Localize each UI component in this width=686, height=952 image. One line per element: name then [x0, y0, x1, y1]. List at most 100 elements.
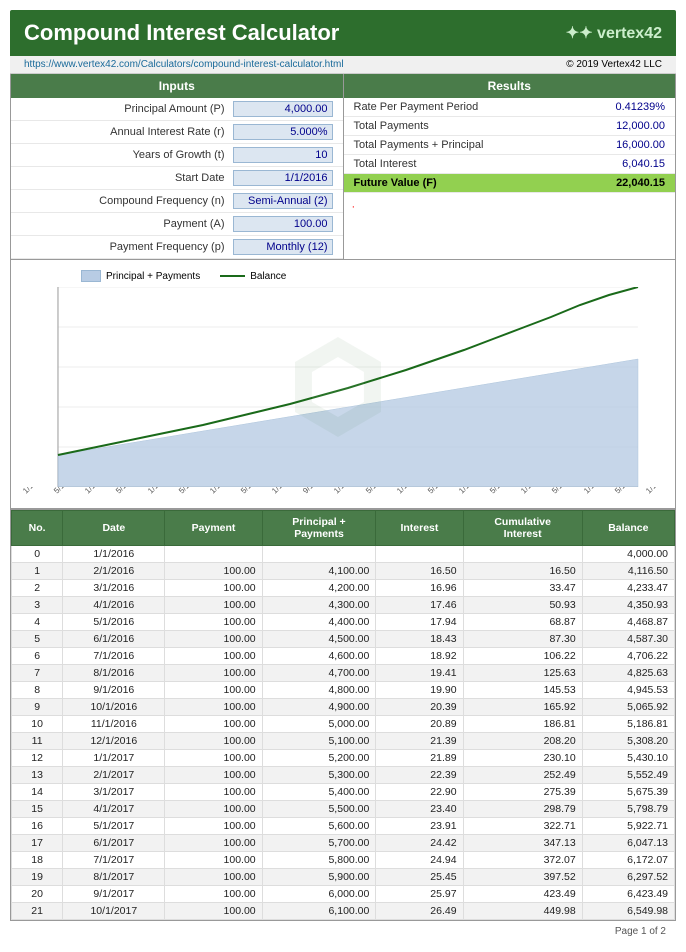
table-cell: 22.90	[376, 784, 463, 801]
table-cell: 100.00	[165, 818, 262, 835]
result-value-1: 12,000.00	[585, 120, 665, 132]
table-cell: 4/1/2016	[63, 597, 165, 614]
table-row: 209/1/2017100.006,000.0025.97423.496,423…	[12, 886, 675, 903]
table-cell: 4,800.00	[262, 682, 376, 699]
copyright: © 2019 Vertex42 LLC	[566, 59, 662, 70]
legend-principal: Principal + Payments	[81, 270, 200, 282]
table-cell	[165, 546, 262, 563]
table-row: 2110/1/2017100.006,100.0026.49449.986,54…	[12, 903, 675, 920]
table-row: 187/1/2017100.005,800.0024.94372.076,172…	[12, 852, 675, 869]
table-row: 45/1/2016100.004,400.0017.9468.874,468.8…	[12, 614, 675, 631]
table-cell: 2/1/2016	[63, 563, 165, 580]
table-cell: 275.39	[463, 784, 582, 801]
table-cell: 25.45	[376, 869, 463, 886]
table-cell: 6,047.13	[582, 835, 674, 852]
col-header-date: Date	[63, 511, 165, 546]
table-cell: 1	[12, 563, 63, 580]
table-cell: 6,423.49	[582, 886, 674, 903]
table-cell: 19.90	[376, 682, 463, 699]
table-cell: 100.00	[165, 682, 262, 699]
table-cell: 5,400.00	[262, 784, 376, 801]
col-header-interest: Interest	[376, 511, 463, 546]
table-cell: 423.49	[463, 886, 582, 903]
legend-label-principal: Principal + Payments	[106, 271, 200, 282]
input-row-4: Compound Frequency (n) Semi-Annual (2)	[11, 190, 343, 213]
inputs-results-section: Inputs Principal Amount (P) 4,000.00 Ann…	[11, 74, 675, 260]
table-cell: 2	[12, 580, 63, 597]
table-cell: 5,700.00	[262, 835, 376, 852]
chart-section: Principal + Payments Balance 25,000 20,0…	[11, 260, 675, 509]
table-row: 78/1/2016100.004,700.0019.41125.634,825.…	[12, 665, 675, 682]
table-row: 01/1/20164,000.00	[12, 546, 675, 563]
table-cell: 5,430.10	[582, 750, 674, 767]
table-cell: 322.71	[463, 818, 582, 835]
input-row-0: Principal Amount (P) 4,000.00	[11, 98, 343, 121]
legend-line-green	[220, 275, 245, 277]
table-header-row: No. Date Payment Principal +Payments Int…	[12, 511, 675, 546]
table-cell: 6/1/2016	[63, 631, 165, 648]
result-label-2: Total Payments + Principal	[354, 139, 586, 151]
table-cell: 3/1/2017	[63, 784, 165, 801]
col-header-balance: Balance	[582, 511, 674, 546]
table-cell: 5/1/2016	[63, 614, 165, 631]
table-cell: 33.47	[463, 580, 582, 597]
table-cell: 25.97	[376, 886, 463, 903]
table-cell: 100.00	[165, 733, 262, 750]
table-cell: 4,000.00	[582, 546, 674, 563]
input-value-3: 1/1/2016	[233, 170, 333, 186]
main-content: Inputs Principal Amount (P) 4,000.00 Ann…	[10, 74, 676, 921]
table-cell: 4,100.00	[262, 563, 376, 580]
chart-legend: Principal + Payments Balance	[81, 270, 665, 282]
table-cell: 68.87	[463, 614, 582, 631]
table-cell: 5,308.20	[582, 733, 674, 750]
input-label-4: Compound Frequency (n)	[21, 195, 233, 207]
table-cell: 4,350.93	[582, 597, 674, 614]
table-cell: 4,400.00	[262, 614, 376, 631]
table-row: 1112/1/2016100.005,100.0021.39208.205,30…	[12, 733, 675, 750]
legend-balance: Balance	[220, 271, 286, 282]
result-label-3: Total Interest	[354, 158, 586, 170]
result-row-1: Total Payments 12,000.00	[344, 117, 676, 136]
table-cell: 5,675.39	[582, 784, 674, 801]
table-cell: 5,922.71	[582, 818, 674, 835]
table-cell: 4,300.00	[262, 597, 376, 614]
amortization-table: No. Date Payment Principal +Payments Int…	[11, 510, 675, 920]
table-cell: 5,500.00	[262, 801, 376, 818]
table-cell: 298.79	[463, 801, 582, 818]
table-cell: 22.39	[376, 767, 463, 784]
table-cell: 100.00	[165, 835, 262, 852]
table-cell: 13	[12, 767, 63, 784]
result-row-3: Total Interest 6,040.15	[344, 155, 676, 174]
table-cell: 100.00	[165, 563, 262, 580]
table-cell: 6,172.07	[582, 852, 674, 869]
input-value-4: Semi-Annual (2)	[233, 193, 333, 209]
table-cell: 372.07	[463, 852, 582, 869]
chart-area: 1/1/2016 5/1/2016 1/1/2017 5/1/2017 1/1/…	[21, 287, 675, 498]
logo: ✦✦ vertex42	[566, 23, 662, 43]
page-footer: Page 1 of 2	[10, 921, 676, 942]
table-cell: 16.50	[376, 563, 463, 580]
table-cell: 87.30	[463, 631, 582, 648]
table-cell: 18.43	[376, 631, 463, 648]
table-row: 1011/1/2016100.005,000.0020.89186.815,18…	[12, 716, 675, 733]
table-cell: 6	[12, 648, 63, 665]
col-header-principal-payments: Principal +Payments	[262, 511, 376, 546]
table-cell: 5,000.00	[262, 716, 376, 733]
table-row: 89/1/2016100.004,800.0019.90145.534,945.…	[12, 682, 675, 699]
table-cell: 4,700.00	[262, 665, 376, 682]
url-link[interactable]: https://www.vertex42.com/Calculators/com…	[24, 59, 344, 70]
table-cell: 4,233.47	[582, 580, 674, 597]
chart-svg	[21, 287, 675, 487]
table-cell: 4,468.87	[582, 614, 674, 631]
chart-x-axis: 1/1/2016 5/1/2016 1/1/2017 5/1/2017 1/1/…	[21, 487, 675, 498]
input-value-1: 5.000%	[233, 124, 333, 140]
table-cell: 4,200.00	[262, 580, 376, 597]
table-cell: 5,800.00	[262, 852, 376, 869]
table-cell: 20.39	[376, 699, 463, 716]
table-cell: 397.52	[463, 869, 582, 886]
app-header: Compound Interest Calculator ✦✦ vertex42…	[10, 10, 676, 74]
table-cell: 100.00	[165, 852, 262, 869]
table-cell: 7	[12, 665, 63, 682]
input-value-6: Monthly (12)	[233, 239, 333, 255]
table-cell: 15	[12, 801, 63, 818]
